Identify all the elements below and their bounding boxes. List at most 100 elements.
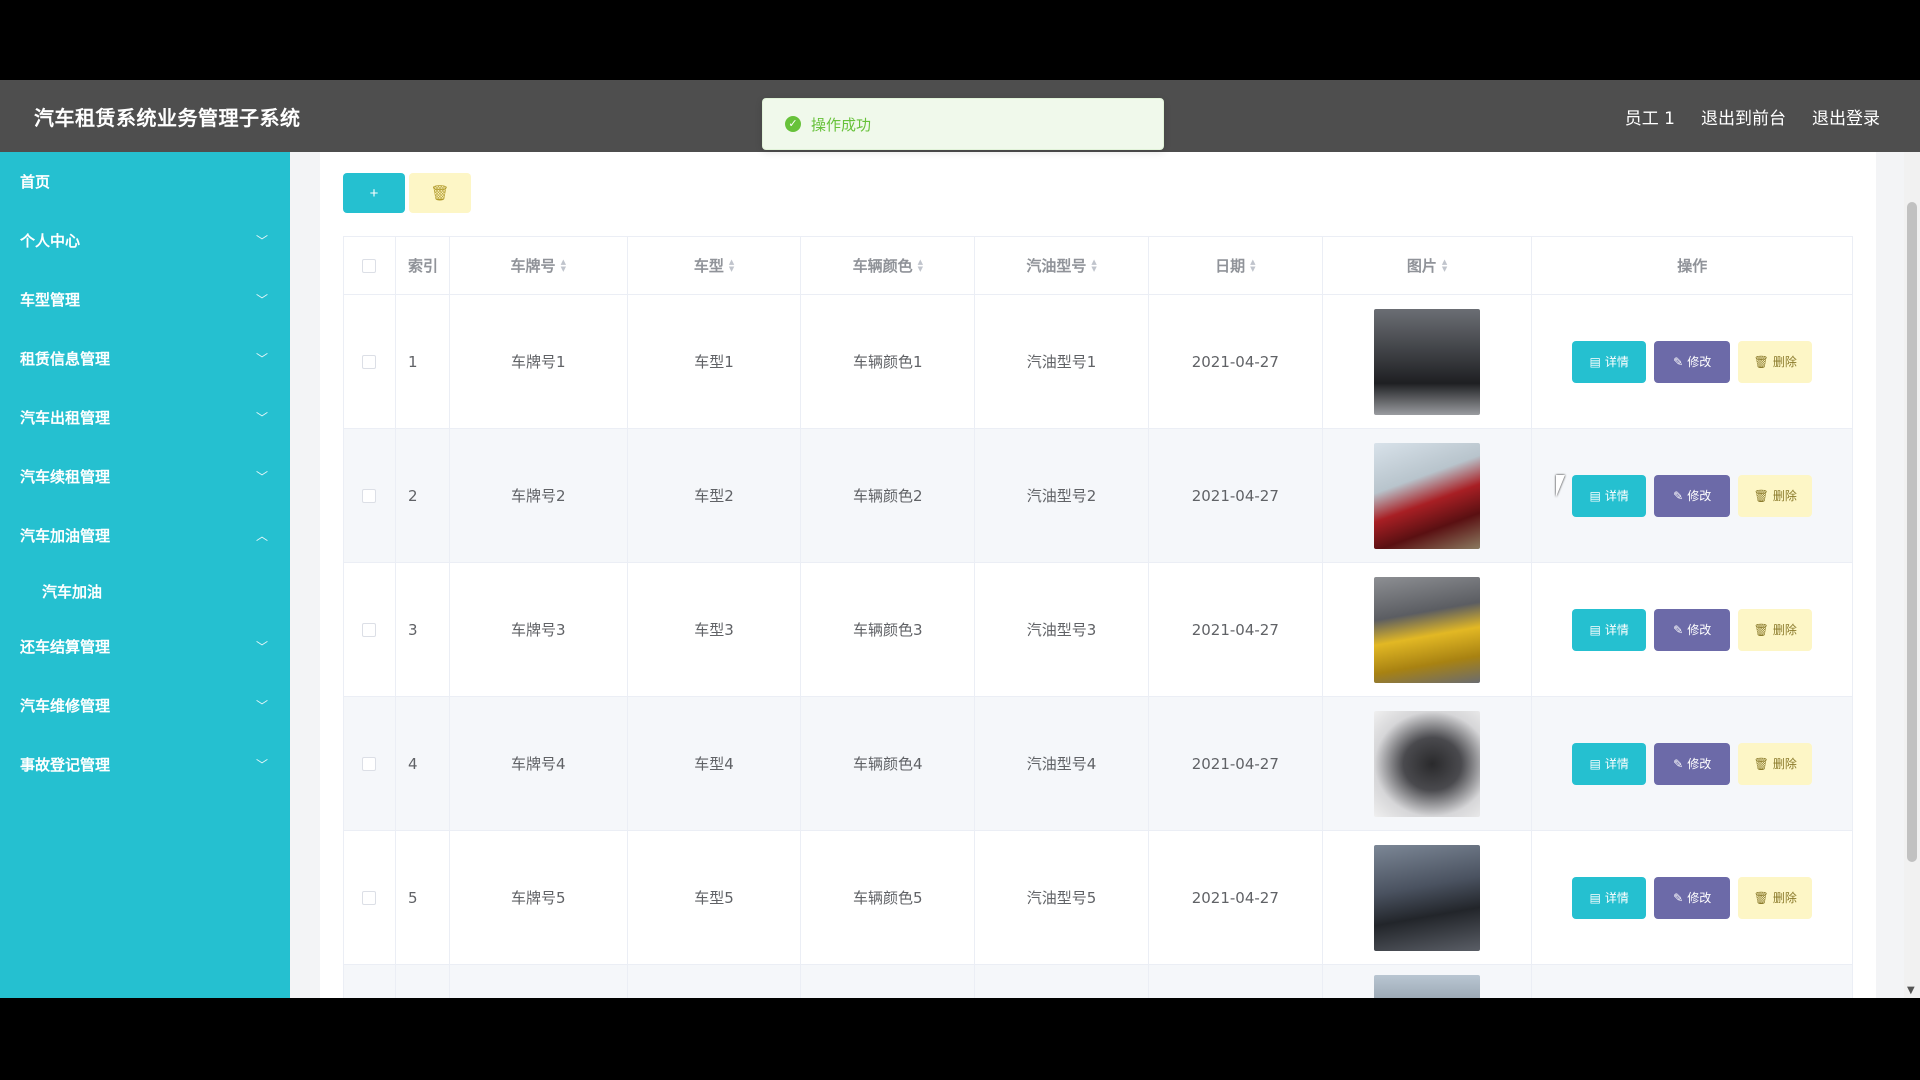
detail-button[interactable]: ▤ 详情 — [1572, 340, 1647, 383]
cell-image — [1323, 965, 1533, 998]
table-row: 2 车牌号2 车型2 车辆颜色2 汽油型号2 2021-04-27 ▤ 详情 ✎ 修… — [344, 429, 1852, 563]
row-select[interactable] — [344, 965, 396, 998]
row-select[interactable] — [344, 831, 396, 964]
sidebar-item-refuel-mgmt[interactable]: 汽车加油管理 ︿ — [0, 506, 290, 565]
edit-button[interactable]: ✎ 修改 — [1654, 474, 1731, 517]
detail-button[interactable]: ▤ 详情 — [1572, 876, 1647, 919]
edit-button[interactable]: ✎ 修改 — [1654, 340, 1731, 383]
batch-delete-button[interactable]: 🗑 — [409, 173, 471, 213]
cell-date: 2021-04-27 — [1149, 697, 1323, 830]
document-icon: ▤ — [1589, 488, 1601, 503]
cell-fuel: 汽油型号4 — [975, 697, 1149, 830]
sidebar-item-settlement-mgmt[interactable]: 还车结算管理 ﹀ — [0, 617, 290, 676]
delete-button[interactable]: 🗑 删除 — [1738, 340, 1813, 383]
sidebar-item-accident-mgmt[interactable]: 事故登记管理 ﹀ — [0, 735, 290, 794]
sidebar-item-label: 汽车维修管理 — [20, 697, 111, 715]
sidebar-item-label: 租赁信息管理 — [20, 350, 111, 368]
cell-plate — [450, 965, 628, 998]
detail-button[interactable]: ▤ 详情 — [1572, 474, 1647, 517]
car-photo[interactable] — [1374, 975, 1481, 998]
pencil-icon: ✎ — [1673, 354, 1684, 369]
current-user-link[interactable]: 员工 1 — [1625, 104, 1675, 129]
detail-button[interactable]: ▤ 详情 — [1572, 608, 1647, 651]
checkbox[interactable] — [362, 488, 377, 503]
cell-actions: ▤ 详情 ✎ 修改 🗑 删除 — [1532, 831, 1852, 964]
button-label: 删除 — [1772, 489, 1797, 503]
button-label: 修改 — [1687, 355, 1712, 369]
edit-button[interactable]: ✎ 修改 — [1654, 876, 1731, 919]
cell-plate: 车牌号1 — [450, 295, 628, 428]
car-photo[interactable] — [1374, 308, 1481, 415]
sidebar-item-repair-mgmt[interactable]: 汽车维修管理 ﹀ — [0, 676, 290, 735]
add-button[interactable]: + — [343, 173, 405, 213]
column-header-image[interactable]: 图片 ▲ ▼ — [1323, 237, 1533, 294]
scrollbar[interactable]: ▼ — [1904, 152, 1920, 998]
button-label: 删除 — [1772, 623, 1797, 637]
document-icon: ▤ — [1589, 622, 1601, 637]
chevron-down-icon: ﹀ — [255, 293, 268, 307]
button-label: 修改 — [1687, 623, 1712, 637]
button-label: 详情 — [1604, 623, 1629, 637]
button-label: 详情 — [1604, 355, 1629, 369]
row-select[interactable] — [344, 697, 396, 830]
success-toast: ✓ 操作成功 — [762, 98, 1164, 150]
car-photo[interactable] — [1374, 844, 1481, 951]
row-select[interactable] — [344, 429, 396, 562]
column-header-model[interactable]: 车型 ▲ ▼ — [628, 237, 802, 294]
chevron-down-icon: ﹀ — [255, 699, 268, 713]
detail-button[interactable]: ▤ 详情 — [1572, 742, 1647, 785]
delete-button[interactable]: 🗑 删除 — [1738, 742, 1813, 785]
edit-button[interactable]: ✎ 修改 — [1654, 742, 1731, 785]
cell-actions: ▤ 详情 ✎ 修改 🗑 删除 — [1532, 429, 1852, 562]
checkbox[interactable] — [362, 354, 377, 369]
cell-fuel: 汽油型号1 — [975, 295, 1149, 428]
checkbox[interactable] — [362, 258, 377, 273]
sidebar-item-home[interactable]: 首页 — [0, 152, 290, 211]
sidebar-item-car-model-mgmt[interactable]: 车型管理 ﹀ — [0, 270, 290, 329]
cell-index: 4 — [396, 697, 450, 830]
column-header-label: 汽油型号 — [1026, 257, 1087, 275]
row-select[interactable] — [344, 295, 396, 428]
checkbox[interactable] — [362, 890, 377, 905]
trash-icon: 🗑 — [1753, 488, 1769, 503]
delete-button[interactable]: 🗑 删除 — [1738, 876, 1813, 919]
chevron-down-icon: ﹀ — [255, 470, 268, 484]
sidebar-item-car-rental-mgmt[interactable]: 汽车出租管理 ﹀ — [0, 388, 290, 447]
table-row — [344, 965, 1852, 998]
cell-index — [396, 965, 450, 998]
trash-icon: 🗑 — [1753, 756, 1769, 771]
edit-button[interactable]: ✎ 修改 — [1654, 608, 1731, 651]
back-to-front-link[interactable]: 退出到前台 — [1701, 104, 1786, 129]
sidebar: 首页 个人中心 ﹀ 车型管理 ﹀ 租赁信息管理 ﹀ 汽车出租管理 ﹀ 汽车续租管… — [0, 152, 290, 998]
document-icon: ▤ — [1589, 756, 1601, 771]
sidebar-item-label: 汽车续租管理 — [20, 468, 111, 486]
table-body: 1 车牌号1 车型1 车辆颜色1 汽油型号1 2021-04-27 ▤ 详情 ✎ 修… — [344, 295, 1852, 998]
sidebar-item-personal-center[interactable]: 个人中心 ﹀ — [0, 211, 290, 270]
row-select[interactable] — [344, 563, 396, 696]
column-header-plate[interactable]: 车牌号 ▲ ▼ — [450, 237, 628, 294]
column-header-label: 车辆颜色 — [852, 257, 913, 275]
scroll-down-arrow-icon[interactable]: ▼ — [1907, 985, 1915, 996]
header-select-all[interactable] — [344, 237, 396, 294]
column-header-actions: 操作 — [1677, 257, 1708, 275]
sidebar-item-renewal-mgmt[interactable]: 汽车续租管理 ﹀ — [0, 447, 290, 506]
trash-icon: 🗑 — [430, 185, 450, 202]
cell-index: 3 — [396, 563, 450, 696]
cell-fuel: 汽油型号2 — [975, 429, 1149, 562]
logout-link[interactable]: 退出登录 — [1812, 104, 1880, 129]
sidebar-item-rental-info-mgmt[interactable]: 租赁信息管理 ﹀ — [0, 329, 290, 388]
cell-image — [1323, 429, 1533, 562]
car-photo[interactable] — [1374, 576, 1481, 683]
car-photo[interactable] — [1374, 442, 1481, 549]
checkbox[interactable] — [362, 622, 377, 637]
sidebar-subitem-refuel[interactable]: 汽车加油 — [0, 565, 290, 617]
scrollbar-thumb[interactable] — [1907, 202, 1917, 862]
delete-button[interactable]: 🗑 删除 — [1738, 608, 1813, 651]
delete-button[interactable]: 🗑 删除 — [1738, 474, 1813, 517]
column-header-fuel[interactable]: 汽油型号 ▲ ▼ — [975, 237, 1149, 294]
checkbox[interactable] — [362, 756, 377, 771]
column-header-date[interactable]: 日期 ▲ ▼ — [1149, 237, 1323, 294]
cell-color: 车辆颜色2 — [801, 429, 976, 562]
column-header-color[interactable]: 车辆颜色 ▲ ▼ — [801, 237, 976, 294]
car-photo[interactable] — [1374, 710, 1481, 817]
